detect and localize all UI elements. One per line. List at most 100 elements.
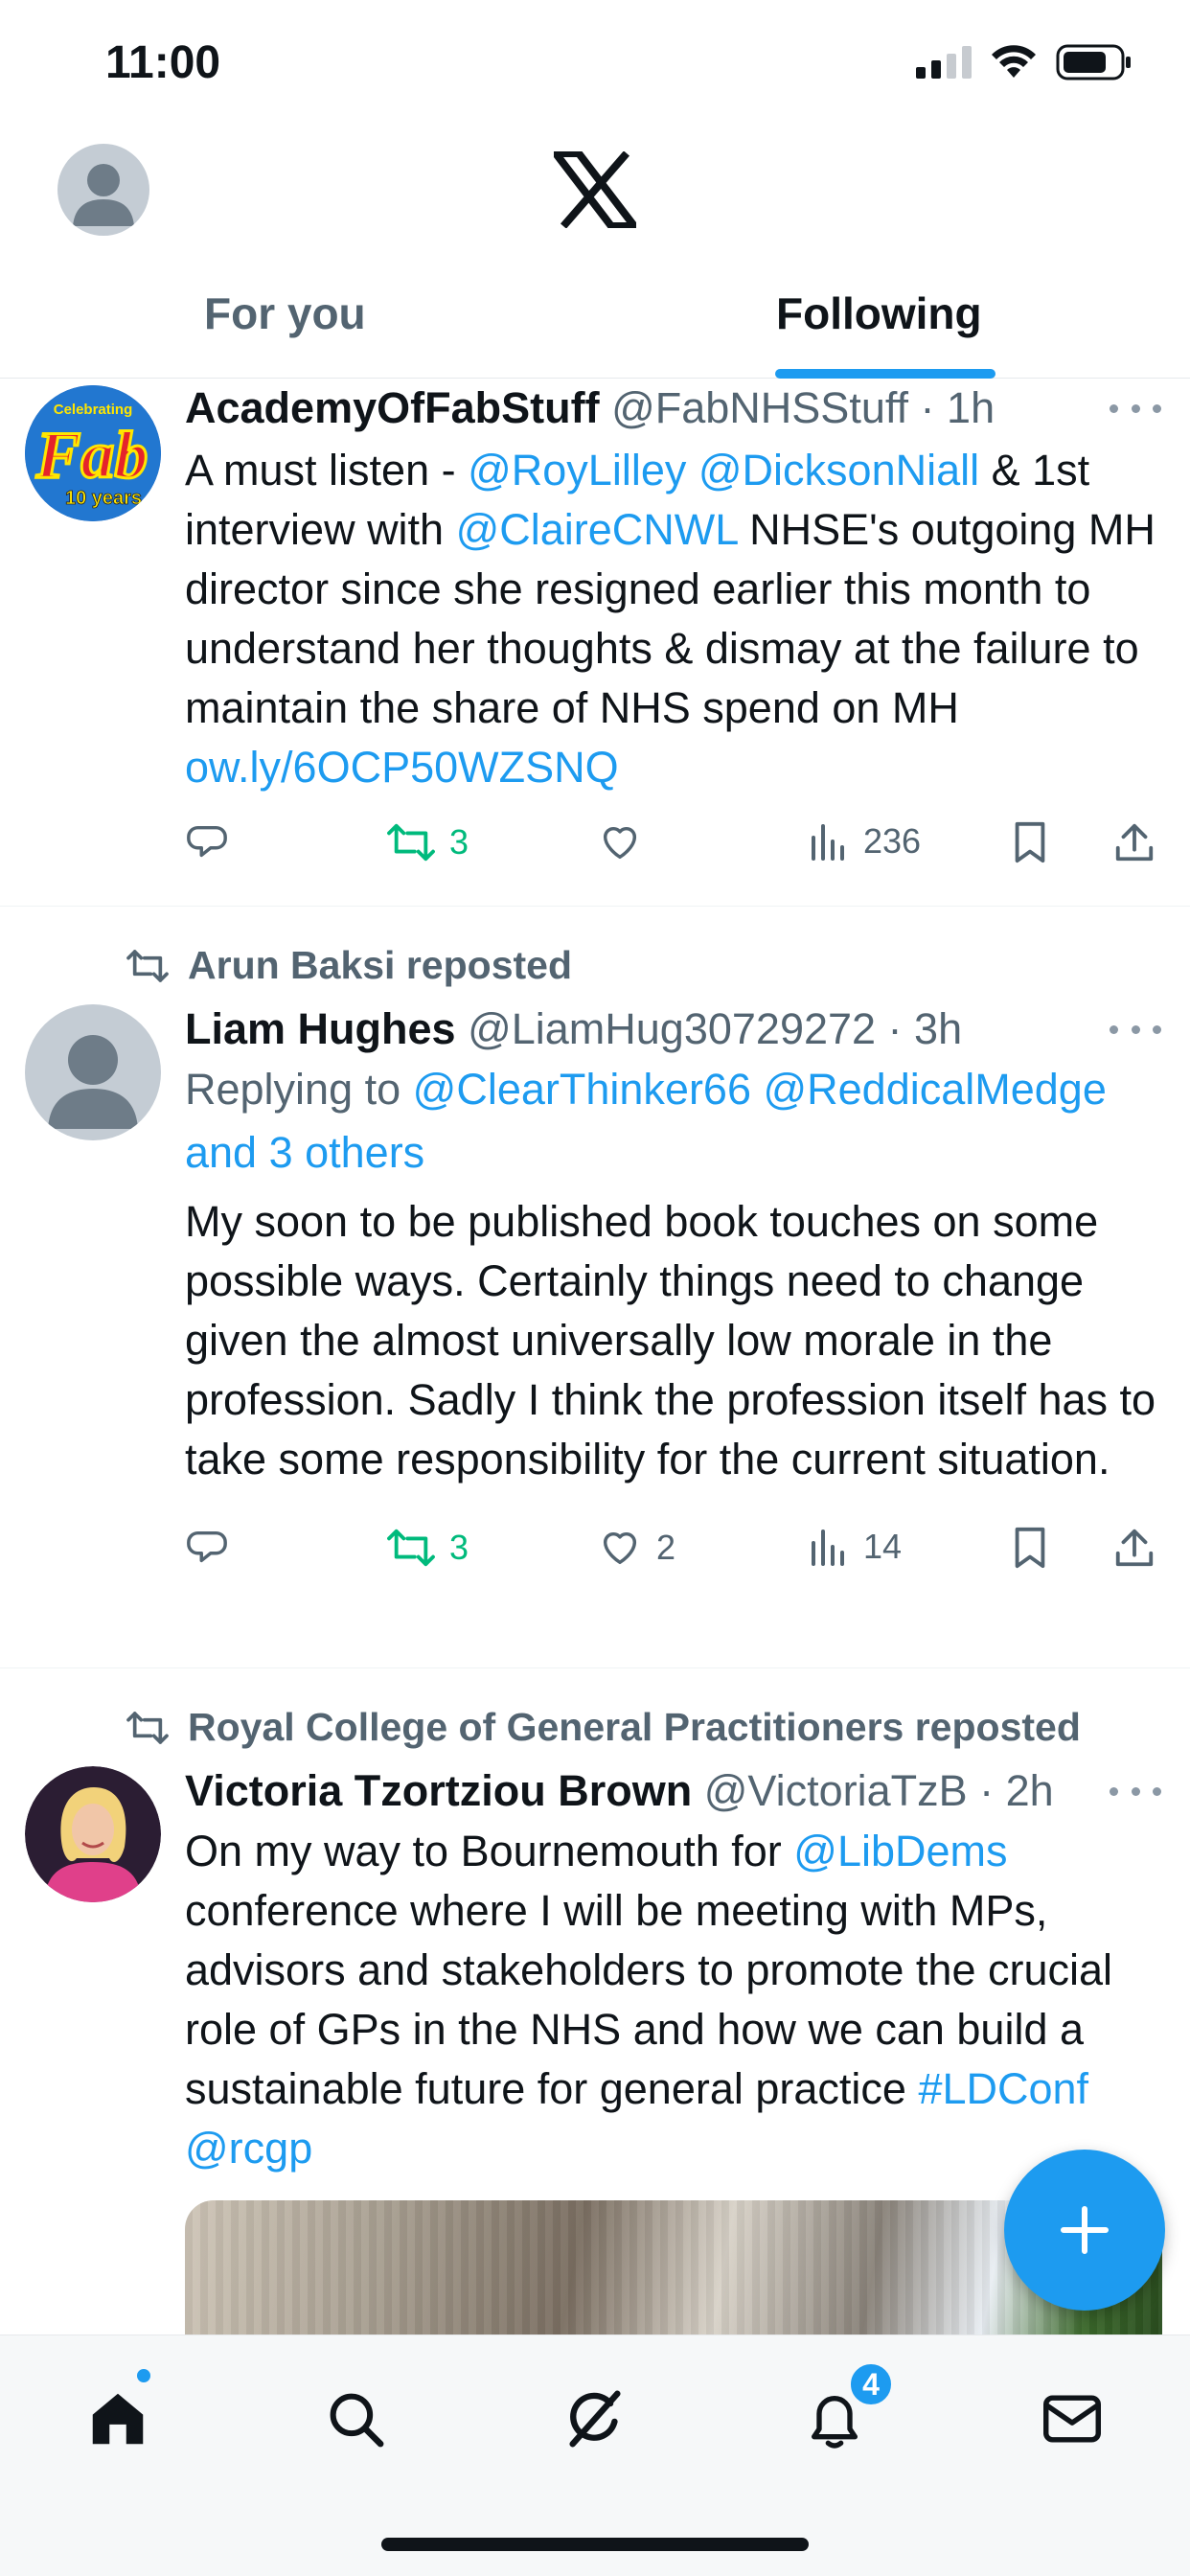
views-count: 14 <box>863 1527 903 1566</box>
active-tab-indicator <box>775 369 995 379</box>
more-options-icon[interactable] <box>1110 399 1161 418</box>
reply-icon <box>187 1530 227 1563</box>
tweet-header: Victoria Tzortziou Brown @VictoriaTzB · … <box>185 1766 1054 1815</box>
tweet[interactable]: Arun Baksi reposted Liam Hughes @LiamHug… <box>0 907 1190 1668</box>
more-options-icon[interactable] <box>1110 1782 1161 1801</box>
heart-icon <box>603 1531 637 1565</box>
repost-icon <box>126 949 169 982</box>
tweet-header: Liam Hughes @LiamHug30729272 · 3h <box>185 1004 963 1053</box>
timeline-feed[interactable]: Celebrating Fab 10 years AcademyOfFabStu… <box>0 380 1190 2334</box>
default-avatar-icon <box>73 164 134 226</box>
repost-button[interactable]: 3 <box>386 1526 469 1570</box>
reply-icon <box>187 825 227 858</box>
tab-following[interactable]: Following <box>776 288 982 339</box>
bookmark-icon <box>1015 1527 1045 1569</box>
reposted-by-label[interactable]: Royal College of General Practitioners r… <box>188 1705 1081 1750</box>
tab-for-you[interactable]: For you <box>204 288 366 339</box>
tweet-text-segment <box>686 446 698 494</box>
replying-to-handles[interactable]: @ClearThinker66 @ReddicalMedge <box>413 1065 1107 1114</box>
reply-button[interactable] <box>185 820 229 864</box>
tweet-text-segment: On my way to Bournemouth for <box>185 1827 794 1875</box>
avatar-caption-middle: Fab <box>35 419 149 493</box>
tweet-timestamp[interactable]: 2h <box>1006 1766 1054 1815</box>
nav-home[interactable] <box>75 2376 161 2462</box>
tweet-body: Liam Hughes @LiamHug30729272 · 3h Replyi… <box>185 1000 1161 1489</box>
reposted-by-row: Arun Baksi reposted <box>125 943 572 988</box>
reposted-by-label[interactable]: Arun Baksi reposted <box>188 943 572 988</box>
default-avatar-icon <box>48 1035 138 1129</box>
repost-button[interactable]: 3 <box>386 820 469 864</box>
tweet-author-name[interactable]: Liam Hughes <box>185 1004 456 1053</box>
status-time: 11:00 <box>105 37 221 88</box>
battery-icon <box>1056 44 1131 80</box>
reposted-by-row: Royal College of General Practitioners r… <box>125 1705 1081 1750</box>
replying-to: Replying to @ClearThinker66 @ReddicalMed… <box>185 1058 1161 1184</box>
repost-icon <box>387 823 435 862</box>
tweet-author-name[interactable]: AcademyOfFabStuff <box>185 383 600 432</box>
tweet-link[interactable]: @LibDems <box>793 1827 1007 1875</box>
x-logo-icon <box>554 151 636 228</box>
share-button[interactable] <box>1112 820 1156 864</box>
tweet-link[interactable]: @DicksonNiall <box>698 446 979 494</box>
compose-post-button[interactable] <box>1004 2150 1165 2311</box>
status-bar: 11:00 <box>0 0 1190 125</box>
tweet-author-avatar[interactable] <box>25 1766 161 1902</box>
share-button[interactable] <box>1112 1526 1156 1570</box>
tweet-timestamp[interactable]: 1h <box>947 383 995 432</box>
top-header: For you Following <box>0 125 1190 379</box>
replying-to-others[interactable]: and 3 others <box>185 1128 424 1177</box>
cellular-signal-icon <box>916 46 972 79</box>
views-icon <box>812 824 844 861</box>
tweet-link[interactable]: @rcgp <box>185 2124 312 2173</box>
tweet-author-name[interactable]: Victoria Tzortziou Brown <box>185 1766 692 1815</box>
tweet-text: On my way to Bournemouth for @LibDems co… <box>185 1822 1161 2178</box>
notifications-badge: 4 <box>847 2360 895 2408</box>
tweet-link[interactable]: @RoyLilley <box>468 446 686 494</box>
status-icons <box>916 44 1133 80</box>
tweet-link[interactable]: ow.ly/6OCP50WZSNQ <box>185 743 619 792</box>
tweet-actions: 3 2 14 <box>185 1526 1173 1583</box>
tweet-author-avatar[interactable]: Celebrating Fab 10 years <box>25 385 161 521</box>
fab-logo-icon: Celebrating Fab 10 years <box>25 385 161 521</box>
share-icon <box>1115 1529 1154 1567</box>
share-icon <box>1115 823 1154 862</box>
nav-messages[interactable] <box>1029 2376 1115 2462</box>
tweet-author-handle[interactable]: @FabNHSStuff <box>611 383 908 432</box>
avatar-caption-bottom: 10 years <box>65 488 142 509</box>
like-button[interactable] <box>597 820 643 864</box>
like-button[interactable]: 2 <box>597 1526 675 1570</box>
nav-search[interactable] <box>312 2376 399 2462</box>
views-button[interactable]: 14 <box>808 1526 902 1568</box>
tweet-author-avatar[interactable] <box>25 1004 161 1140</box>
profile-photo <box>25 1766 161 1902</box>
tweet-link[interactable]: #LDConf <box>918 2064 1088 2113</box>
views-button[interactable]: 236 <box>808 820 921 862</box>
replying-to-label: Replying to <box>185 1065 401 1114</box>
tweet-text: My soon to be published book touches on … <box>185 1197 1156 1484</box>
tweet-link[interactable]: @ClaireCNWL <box>456 505 738 554</box>
tweet-body: Victoria Tzortziou Brown @VictoriaTzB · … <box>185 1762 1161 2178</box>
home-icon <box>92 2393 144 2445</box>
bookmark-icon <box>1015 821 1045 863</box>
home-unread-dot <box>134 2366 153 2385</box>
more-options-icon[interactable] <box>1110 1020 1161 1039</box>
repost-icon <box>387 1529 435 1567</box>
tweet-header: AcademyOfFabStuff @FabNHSStuff · 1h <box>185 383 995 432</box>
bookmark-button[interactable] <box>1011 820 1049 864</box>
grok-icon <box>569 2390 621 2448</box>
tweet-text-segment: A must listen - <box>185 446 469 494</box>
tweet-timestamp[interactable]: 3h <box>914 1004 962 1053</box>
avatar-caption-top: Celebrating <box>54 402 133 418</box>
tweet[interactable]: Celebrating Fab 10 years AcademyOfFabStu… <box>0 380 1190 907</box>
views-count: 236 <box>863 821 922 861</box>
repost-count: 3 <box>449 822 469 862</box>
views-icon <box>812 1530 844 1566</box>
mail-icon <box>1043 2395 1101 2443</box>
reply-button[interactable] <box>185 1526 229 1570</box>
tweet-author-handle[interactable]: @VictoriaTzB <box>704 1766 968 1815</box>
profile-avatar[interactable] <box>57 144 149 236</box>
wifi-icon <box>992 45 1036 78</box>
tweet-author-handle[interactable]: @LiamHug30729272 <box>468 1004 876 1053</box>
nav-grok[interactable] <box>552 2376 638 2462</box>
bookmark-button[interactable] <box>1011 1526 1049 1570</box>
